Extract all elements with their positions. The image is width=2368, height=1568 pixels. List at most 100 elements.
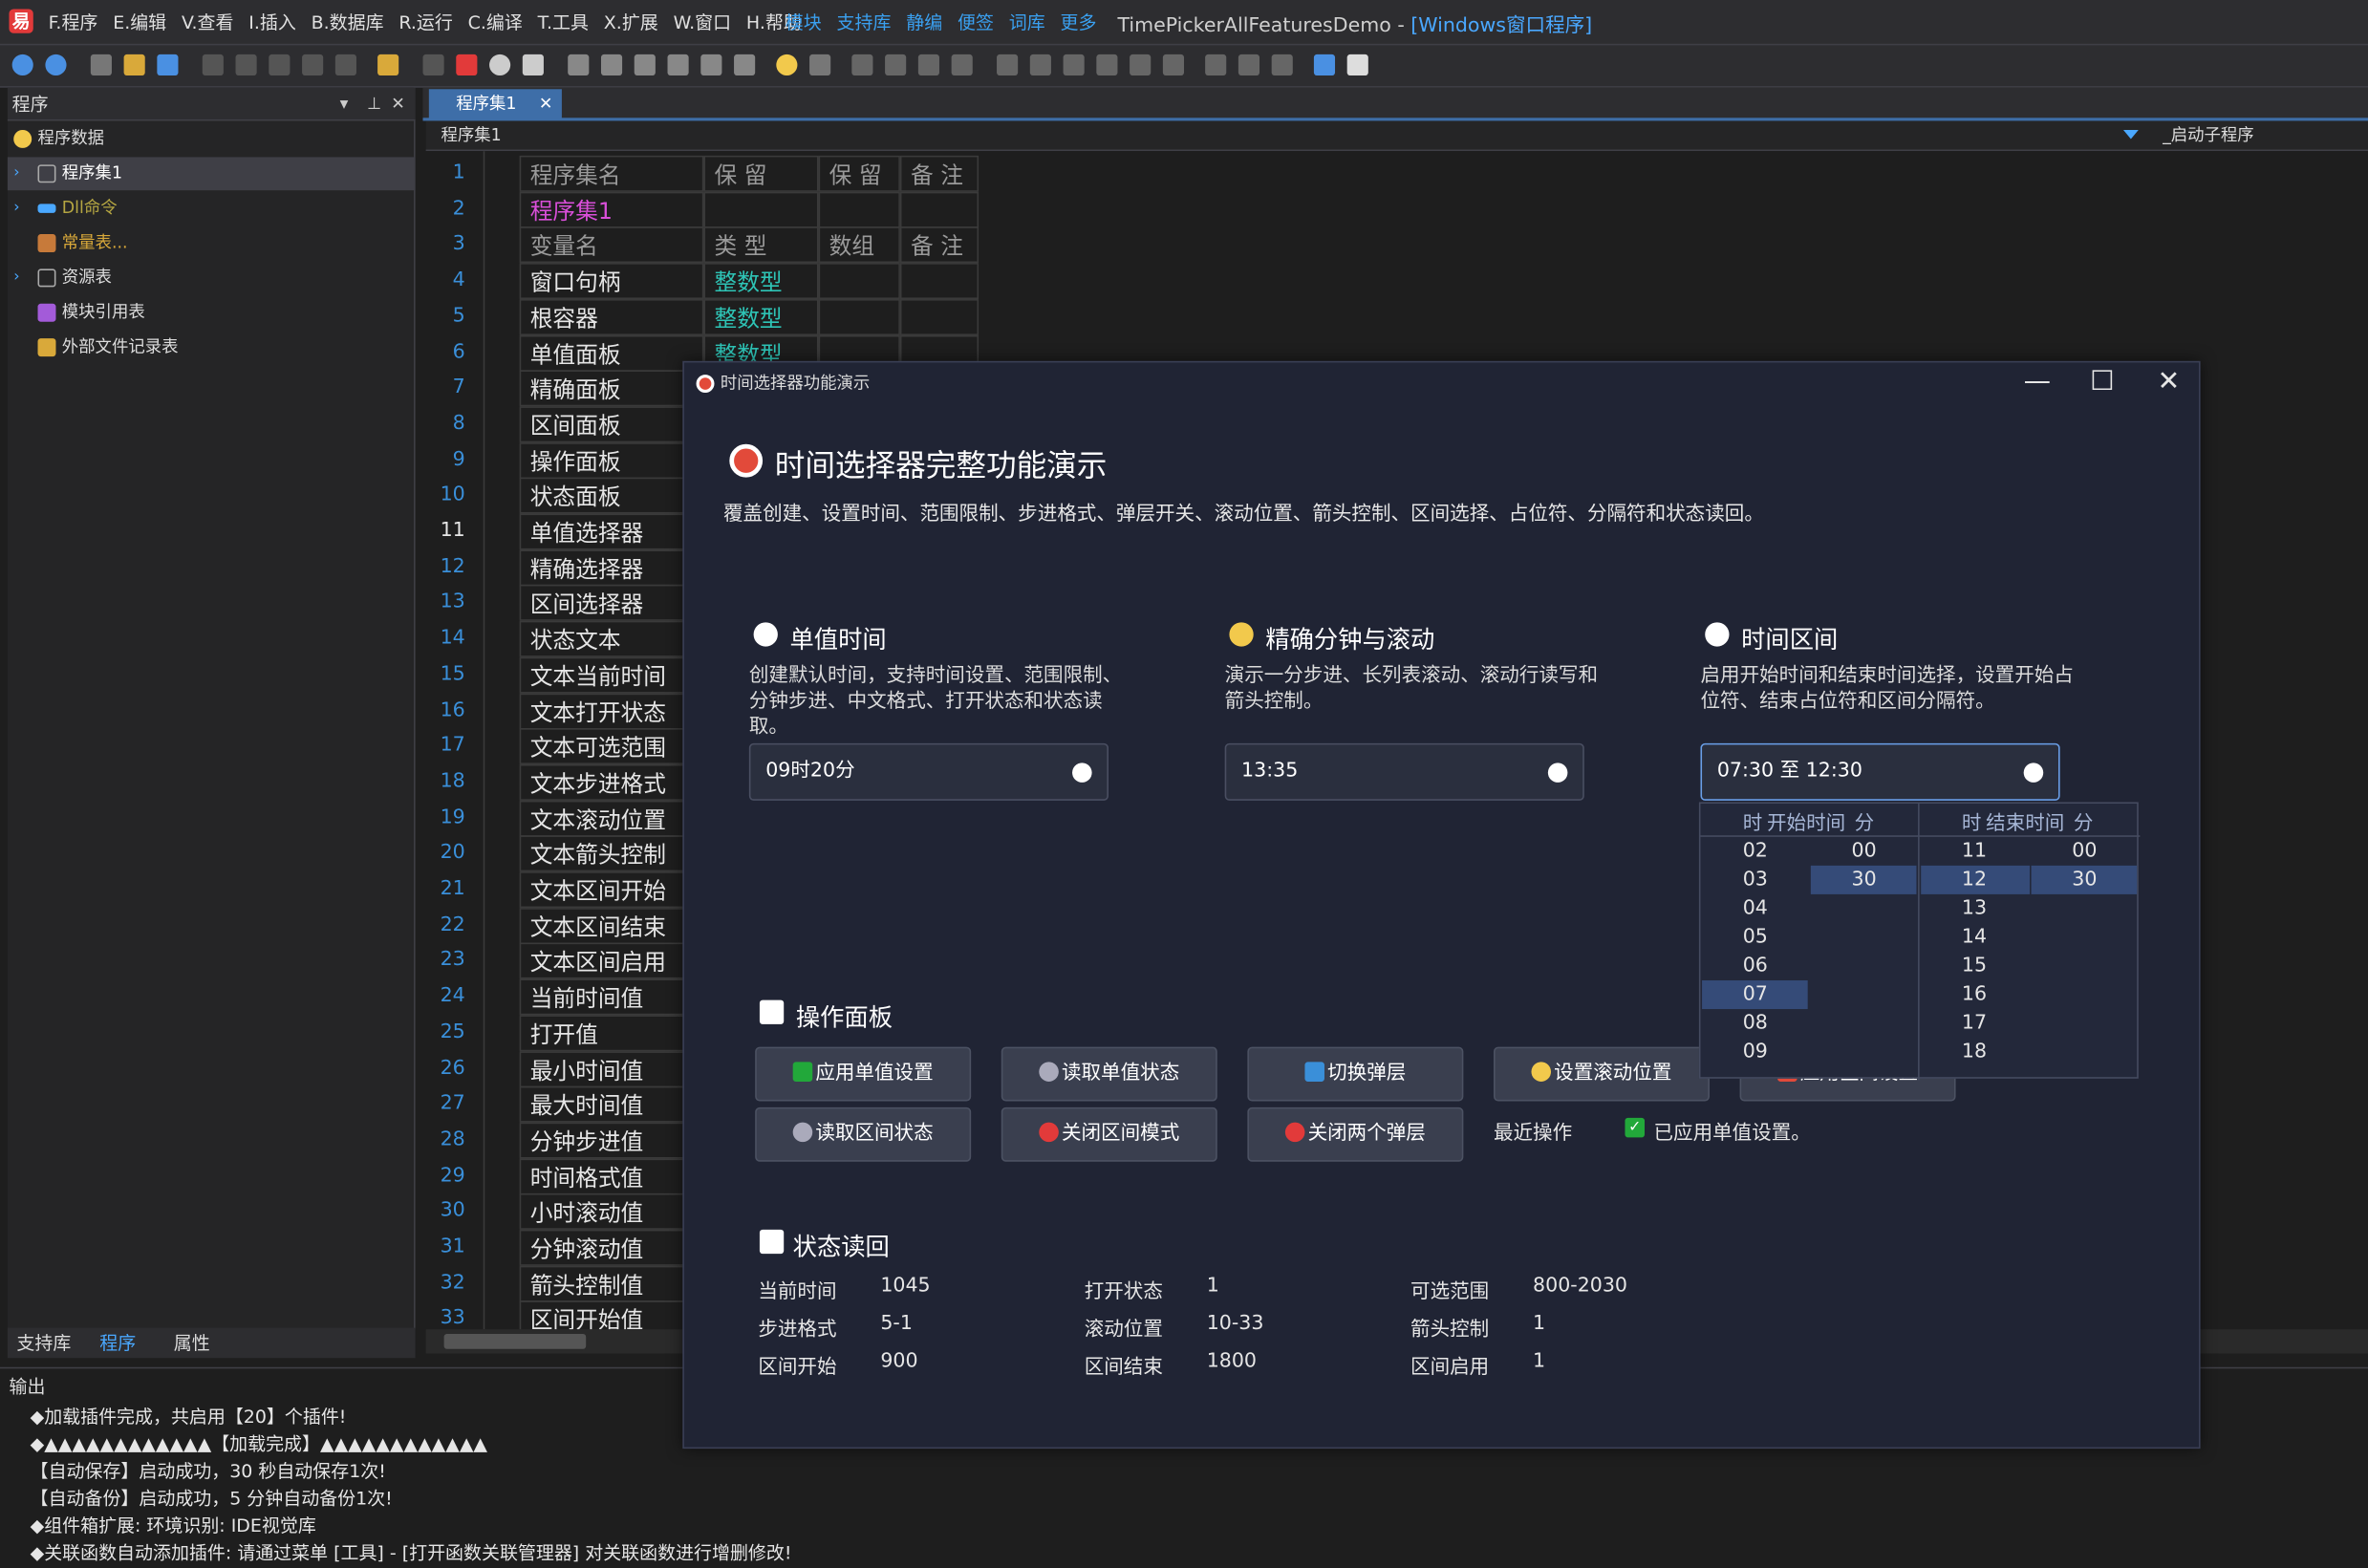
- table-cell[interactable]: 文本打开状态: [519, 692, 704, 729]
- align-right-icon[interactable]: [885, 54, 907, 76]
- table-cell[interactable]: [818, 298, 900, 335]
- time-option[interactable]: 17: [1962, 1009, 1987, 1038]
- folder-icon[interactable]: [377, 54, 399, 76]
- close-popups-button[interactable]: 关闭两个弹层: [1247, 1106, 1464, 1162]
- table-cell[interactable]: 类 型: [703, 226, 819, 264]
- align-left-icon[interactable]: [851, 54, 873, 76]
- menu-extend[interactable]: X.扩展: [604, 9, 658, 34]
- time-option[interactable]: 05: [1743, 923, 1768, 952]
- table-cell[interactable]: 状态文本: [519, 620, 704, 657]
- stop-icon[interactable]: [456, 54, 478, 76]
- forward-icon[interactable]: [45, 54, 67, 76]
- time-option[interactable]: 12: [1962, 866, 1987, 894]
- new-icon[interactable]: [90, 54, 112, 76]
- tree-resources[interactable]: › 资源表: [8, 262, 416, 295]
- table-cell[interactable]: 保 留: [818, 155, 900, 192]
- table-cell[interactable]: 分钟步进值: [519, 1122, 704, 1159]
- table-cell[interactable]: 整数型: [703, 263, 819, 300]
- tools-icon[interactable]: [1346, 54, 1368, 76]
- close-button[interactable]: ✕: [2136, 362, 2203, 404]
- table-cell[interactable]: 区间面板: [519, 406, 704, 443]
- table-cell[interactable]: 根容器: [519, 298, 704, 335]
- time-option[interactable]: 00: [1852, 837, 1877, 866]
- set-scroll-button[interactable]: 设置滚动位置: [1493, 1046, 1710, 1102]
- run-icon[interactable]: [422, 54, 444, 76]
- table-cell[interactable]: 精确选择器: [519, 548, 704, 586]
- redo-icon[interactable]: [302, 54, 324, 76]
- time-option[interactable]: 30: [1852, 866, 1877, 894]
- panel-close-icon[interactable]: ✕: [391, 88, 405, 121]
- table-cell[interactable]: 打开值: [519, 1015, 704, 1052]
- table-cell[interactable]: 程序集1: [519, 191, 704, 228]
- table-cell[interactable]: 保 留: [703, 155, 819, 192]
- table-cell[interactable]: 当前时间值: [519, 978, 704, 1016]
- time-option[interactable]: 11: [1962, 837, 1987, 866]
- table-cell[interactable]: [703, 191, 819, 228]
- stopwatch-icon[interactable]: [1072, 763, 1092, 783]
- table-cell[interactable]: 整数型: [703, 298, 819, 335]
- time-option[interactable]: 18: [1962, 1038, 1987, 1066]
- bookmark-icon[interactable]: [809, 54, 831, 76]
- table-cell[interactable]: 区间选择器: [519, 585, 704, 622]
- menu-compile[interactable]: C.编译: [468, 9, 523, 34]
- distribute-h-icon[interactable]: [1205, 54, 1227, 76]
- table-cell[interactable]: 箭头控制值: [519, 1265, 704, 1302]
- scroll-thumb[interactable]: [443, 1333, 587, 1349]
- table-cell[interactable]: 窗口句柄: [519, 263, 704, 300]
- table-cell[interactable]: 分钟滚动值: [519, 1229, 704, 1266]
- expand-icon[interactable]: ›: [13, 262, 19, 295]
- table-cell[interactable]: 程序集名: [519, 155, 704, 192]
- menu-insert[interactable]: I.插入: [248, 9, 296, 34]
- time-option[interactable]: 15: [1962, 952, 1987, 980]
- time-option[interactable]: 30: [2072, 866, 2097, 894]
- build-icon[interactable]: [522, 54, 544, 76]
- link-notes[interactable]: 便签: [958, 9, 994, 34]
- align-middle-icon[interactable]: [1029, 54, 1051, 76]
- tab-program[interactable]: 程序: [99, 1328, 136, 1359]
- maximize-button[interactable]: ☐: [2069, 362, 2136, 404]
- time-option[interactable]: 03: [1743, 866, 1768, 894]
- subroutine-selector[interactable]: _启动子程序: [2163, 120, 2254, 151]
- table-cell[interactable]: 文本当前时间: [519, 656, 704, 694]
- expand-icon[interactable]: ›: [13, 157, 19, 190]
- align-top-icon[interactable]: [917, 54, 939, 76]
- table-cell[interactable]: 精确面板: [519, 370, 704, 407]
- align-bottom-icon[interactable]: [951, 54, 973, 76]
- open-icon[interactable]: [123, 54, 145, 76]
- close-range-button[interactable]: 关闭区间模式: [1001, 1106, 1217, 1162]
- copy-icon[interactable]: [235, 54, 257, 76]
- table-cell[interactable]: 小时滚动值: [519, 1193, 704, 1231]
- table-cell[interactable]: [899, 298, 979, 335]
- tree-constants[interactable]: 常量表...: [8, 226, 416, 260]
- breadcrumb-path[interactable]: 程序集1: [441, 120, 501, 151]
- pin-icon[interactable]: ⊥: [367, 88, 381, 121]
- table-cell[interactable]: 操作面板: [519, 441, 704, 479]
- table-cell[interactable]: 文本可选范围: [519, 728, 704, 765]
- table-cell[interactable]: [899, 263, 979, 300]
- table-cell[interactable]: 单值选择器: [519, 513, 704, 550]
- time-option[interactable]: 13: [1962, 894, 1987, 923]
- debug-icon[interactable]: [568, 54, 590, 76]
- table-cell[interactable]: 区间开始值: [519, 1300, 704, 1330]
- tab-properties[interactable]: 属性: [174, 1328, 210, 1359]
- same-width-icon[interactable]: [1063, 54, 1085, 76]
- table-cell[interactable]: 文本区间开始: [519, 871, 704, 909]
- table-cell[interactable]: 变量名: [519, 226, 704, 264]
- apply-single-button[interactable]: 应用单值设置: [755, 1046, 972, 1102]
- tree-external-files[interactable]: 外部文件记录表: [8, 331, 416, 364]
- menu-edit[interactable]: E.编辑: [113, 9, 166, 34]
- menu-tools[interactable]: T.工具: [538, 9, 589, 34]
- step-into-icon[interactable]: [634, 54, 656, 76]
- table-cell[interactable]: 文本区间启用: [519, 943, 704, 980]
- time-option[interactable]: 08: [1743, 1009, 1768, 1038]
- panel-dropdown-icon[interactable]: ▾: [340, 88, 349, 121]
- link-support-lib[interactable]: 支持库: [837, 9, 892, 34]
- table-cell[interactable]: 备 注: [899, 155, 979, 192]
- menu-run[interactable]: R.运行: [398, 9, 452, 34]
- read-range-button[interactable]: 读取区间状态: [755, 1106, 972, 1162]
- time-option[interactable]: 02: [1743, 837, 1768, 866]
- table-cell[interactable]: 状态面板: [519, 478, 704, 514]
- table-cell[interactable]: [899, 191, 979, 228]
- menu-window[interactable]: W.窗口: [674, 9, 732, 34]
- table-cell[interactable]: 数组: [818, 226, 900, 264]
